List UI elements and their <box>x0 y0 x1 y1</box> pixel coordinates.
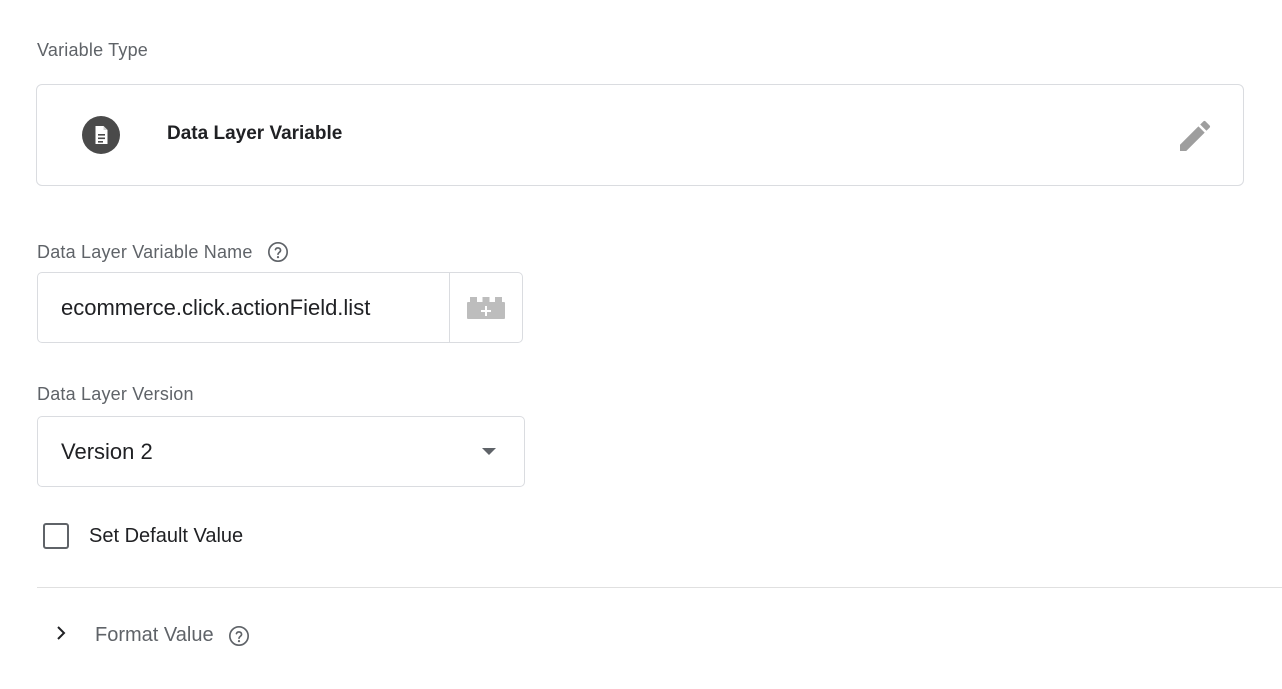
data-layer-version-label: Data Layer Version <box>37 384 194 404</box>
variable-type-name: Data Layer Variable <box>167 123 343 144</box>
chevron-right-icon <box>57 625 66 640</box>
question-circle-icon[interactable] <box>228 625 250 647</box>
variable-brick-add-icon <box>467 296 505 319</box>
format-value-label: Format Value <box>95 624 214 646</box>
section-divider <box>37 587 1282 588</box>
data-layer-variable-name-label-text: Data Layer Variable Name <box>37 241 253 262</box>
set-default-value-label: Set Default Value <box>89 524 244 547</box>
insert-variable-button[interactable] <box>449 273 522 342</box>
question-circle-icon[interactable] <box>267 241 289 263</box>
data-layer-version-select[interactable]: Version 2 <box>37 416 525 487</box>
dropdown-arrow-icon <box>482 448 496 455</box>
format-value-toggle[interactable]: Format Value <box>52 624 250 647</box>
data-layer-variable-name-field <box>37 272 523 343</box>
variable-type-label: Variable Type <box>37 40 149 60</box>
document-icon <box>82 116 120 154</box>
set-default-value-checkbox[interactable] <box>43 523 69 549</box>
variable-type-card[interactable]: Data Layer Variable <box>36 84 1244 186</box>
pencil-icon[interactable] <box>1175 116 1215 156</box>
variable-configuration-panel: Variable Type Data Layer Variable Data L… <box>0 0 1282 689</box>
set-default-value-option[interactable]: Set Default Value <box>43 523 243 549</box>
data-layer-version-value: Version 2 <box>61 438 153 464</box>
data-layer-variable-name-input[interactable] <box>38 273 449 342</box>
data-layer-variable-name-label: Data Layer Variable Name <box>37 241 289 263</box>
